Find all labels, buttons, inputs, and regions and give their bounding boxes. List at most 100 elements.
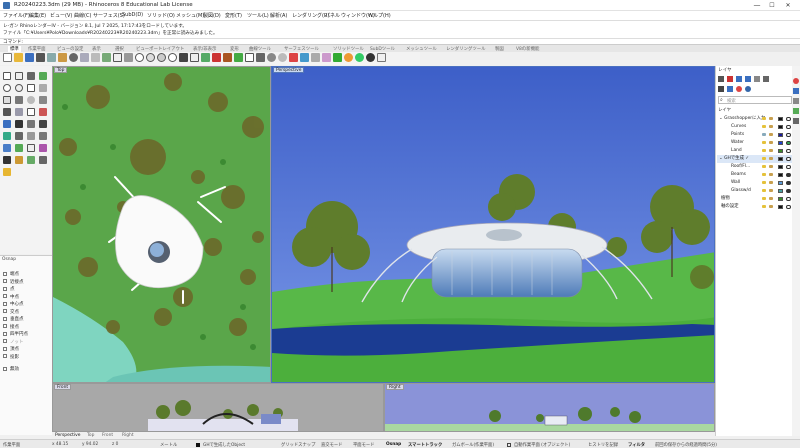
layer-color-swatch[interactable] [778,140,783,145]
tab-standard[interactable]: 標準 [8,45,21,52]
move-down-icon[interactable] [745,76,751,82]
mirror-icon[interactable] [3,144,11,152]
layer-color-swatch[interactable] [778,196,783,201]
tab-display[interactable]: 表示 [92,46,101,52]
layout-icon[interactable] [311,53,320,62]
layer-row[interactable]: Curves [717,123,793,131]
osnap-perpendicular[interactable]: 垂直点 [3,316,24,322]
menu-subd[interactable]: SubD(D) [122,12,143,18]
material-icon[interactable] [786,204,791,209]
vp-tab-perspective[interactable]: Perspective [55,433,80,438]
render-icon[interactable] [289,53,298,62]
render-sphere-icon[interactable] [344,53,353,62]
maximize-button[interactable]: ☐ [767,1,777,10]
select-icon[interactable] [201,53,210,62]
lightbulb-icon[interactable] [762,180,766,185]
zoom-selected-icon[interactable] [168,53,177,62]
join-icon[interactable] [39,120,47,128]
array-icon[interactable] [15,144,23,152]
tab-set-view[interactable]: ビューの設定 [57,46,83,52]
layer-row[interactable]: Water [717,139,793,147]
rectangle-icon[interactable] [27,84,35,92]
layer-color-swatch[interactable] [778,164,783,169]
grasshopper-icon[interactable] [355,53,364,62]
lock-open-icon[interactable] [769,116,773,121]
lock-open-icon[interactable] [769,140,773,145]
status-osnap[interactable]: Osnap [386,442,401,447]
lock-open-icon[interactable] [769,204,773,209]
tab-render-tools[interactable]: レンダリングツール [446,46,486,52]
pan-hand-icon[interactable] [113,53,122,62]
dimension-icon[interactable] [322,53,331,62]
menu-help[interactable]: ヘルプ(H) [368,12,391,19]
menu-tools[interactable]: ツール(L) [247,12,269,19]
tab-mesh-tools[interactable]: メッシュツール [406,46,437,52]
layer-row[interactable]: 軸の設定 [717,203,793,211]
extrude-icon[interactable] [15,96,23,104]
fillet-icon[interactable] [3,120,11,128]
explode-icon[interactable] [27,144,35,152]
layer-color-swatch[interactable] [778,156,783,161]
point-icon[interactable] [15,72,23,80]
lightbulb-icon[interactable] [762,156,766,161]
open-file-icon[interactable] [14,53,23,62]
status-history[interactable]: ヒストリを記録 [588,442,618,448]
front-viewport-label[interactable]: Front [54,384,72,390]
wireframe-icon[interactable] [256,53,265,62]
text-icon[interactable] [27,108,35,116]
dimension-tool-icon[interactable] [39,108,47,116]
status-gumball[interactable]: ガムボール(作業平面) [452,442,494,448]
group-icon[interactable] [39,144,47,152]
lock-icon[interactable] [223,53,232,62]
properties-icon[interactable] [245,53,254,62]
filter-icon[interactable] [754,76,760,82]
lightbulb-icon[interactable] [762,116,766,121]
materials-tab-icon[interactable] [736,86,742,92]
menu-drafting[interactable]: 製図(D) [203,12,221,19]
command-line[interactable]: コマンド: [0,38,800,45]
osnap-intersection[interactable]: 交点 [3,309,19,315]
save-icon[interactable] [25,53,34,62]
help-tab-icon[interactable] [745,86,751,92]
lightbulb-icon[interactable] [762,196,766,201]
material-icon[interactable] [786,164,791,169]
menu-analyze[interactable]: 解析(A) [270,12,287,19]
material-icon[interactable] [786,180,791,185]
status-autocplane[interactable]: 自動作業平面 (オブジェクト) [514,442,570,448]
menu-file[interactable]: ファイル(F) [3,12,30,19]
material-icon[interactable] [786,172,791,177]
lightbulb-icon[interactable] [762,148,766,153]
status-autocplane-checkbox[interactable] [507,442,511,447]
lock-open-icon[interactable] [769,196,773,201]
lock-open-icon[interactable] [769,156,773,161]
layer-row[interactable]: Land [717,147,793,155]
delete-layer-icon[interactable] [727,76,733,82]
import-icon[interactable] [47,53,56,62]
lightbulb-icon[interactable] [762,124,766,129]
perspective-viewport-label[interactable]: Perspective [273,67,305,73]
material-icon[interactable] [786,196,791,201]
right-viewport[interactable]: Right [384,383,715,432]
environment-icon[interactable] [793,108,799,114]
polygon-icon[interactable] [39,84,47,92]
material-icon[interactable] [786,148,791,153]
rotate-view-icon[interactable] [124,53,133,62]
move-up-icon[interactable] [736,76,742,82]
osnap-near[interactable]: 近接点 [3,279,24,285]
vp-tab-top[interactable]: Top [87,433,94,438]
right-viewport-label[interactable]: Right [386,384,404,390]
rendered-icon[interactable] [278,53,287,62]
layer-row[interactable]: Points [717,131,793,139]
layer-color-swatch[interactable] [778,180,783,185]
tab-select[interactable]: 選択 [115,46,124,52]
layers-tab-icon[interactable] [727,86,733,92]
surface-icon[interactable] [3,96,11,104]
top-viewport-label[interactable]: Top [54,67,68,73]
cut-icon[interactable] [69,53,78,62]
scale-icon[interactable] [39,132,47,140]
osnap-vertex[interactable]: 頂点 [3,346,19,352]
layer-search-input[interactable]: ⌕ 検索 [718,96,792,104]
move-icon[interactable] [3,132,11,140]
material-icon[interactable] [786,188,791,193]
new-file-icon[interactable] [3,53,12,62]
